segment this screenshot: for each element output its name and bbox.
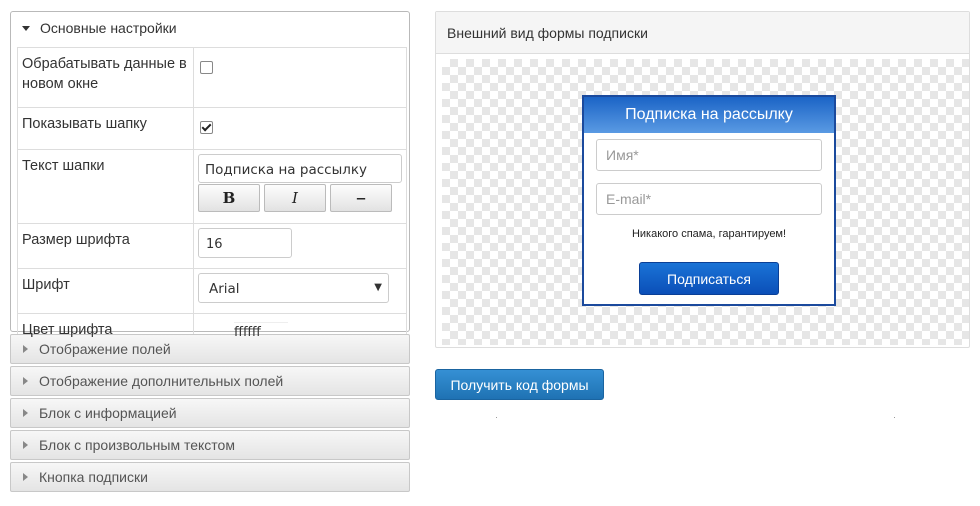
font-select-value: Arial xyxy=(209,281,240,297)
header-text-input[interactable]: Подписка на рассылку xyxy=(198,154,402,183)
section-extra-fields-display[interactable]: Отображение дополнительных полей xyxy=(10,366,410,396)
font-size-input[interactable]: 16 xyxy=(198,228,292,258)
email-field[interactable]: E-mail* xyxy=(596,183,822,215)
main-settings-section: Основные настройки Обрабатывать данные в… xyxy=(10,11,410,359)
section-info-block[interactable]: Блок с информацией xyxy=(10,398,410,428)
section-title: Кнопка подписки xyxy=(39,469,148,485)
section-title: Блок с произвольным текстом xyxy=(39,437,235,453)
show-header-label: Показывать шапку xyxy=(17,107,194,150)
show-header-checkbox[interactable] xyxy=(200,121,213,134)
chevron-right-icon xyxy=(23,409,28,417)
font-label: Шрифт xyxy=(17,268,194,314)
format-toolbar: B I ‒ xyxy=(198,184,402,212)
header-text-label: Текст шапки xyxy=(17,149,194,224)
section-title: Блок с информацией xyxy=(39,405,177,421)
subscription-form-header: Подписка на рассылку xyxy=(584,97,834,133)
get-form-code-button[interactable]: Получить код формы xyxy=(435,369,604,400)
chevron-right-icon xyxy=(23,345,28,353)
dropdown-arrow-icon: ▼ xyxy=(374,282,382,293)
preview-title: Внешний вид формы подписки xyxy=(436,12,969,54)
main-settings-title: Основные настройки xyxy=(40,20,177,36)
section-subscribe-button[interactable]: Кнопка подписки xyxy=(10,462,410,492)
main-settings-header[interactable]: Основные настройки xyxy=(11,12,409,44)
chevron-right-icon xyxy=(23,473,28,481)
transparent-background: Подписка на рассылку Имя* E-mail* Никако… xyxy=(442,59,969,345)
subscribe-button[interactable]: Подписаться xyxy=(639,262,779,295)
strikethrough-button[interactable]: ‒ xyxy=(330,184,392,212)
font-color-input[interactable]: ffffff xyxy=(234,322,288,340)
bold-button[interactable]: B xyxy=(198,184,260,212)
no-spam-note: Никакого спама, гарантируем! xyxy=(631,228,787,240)
font-select[interactable]: Arial ▼ xyxy=(198,273,389,303)
settings-table: Обрабатывать данные в новом окне Показыв… xyxy=(17,47,407,359)
section-custom-text-block[interactable]: Блок с произвольным текстом xyxy=(10,430,410,460)
chevron-down-icon xyxy=(22,25,30,31)
settings-panel: Основные настройки Обрабатывать данные в… xyxy=(10,11,410,492)
subscription-form: Подписка на рассылку Имя* E-mail* Никако… xyxy=(582,95,836,306)
form-preview-panel: Внешний вид формы подписки Подписка на р… xyxy=(435,11,970,348)
new-window-label: Обрабатывать данные в новом окне xyxy=(17,47,194,108)
section-title: Отображение полей xyxy=(39,341,171,357)
divider-dot xyxy=(496,417,497,418)
section-title: Отображение дополнительных полей xyxy=(39,373,284,389)
italic-button[interactable]: I xyxy=(264,184,326,212)
chevron-right-icon xyxy=(23,441,28,449)
chevron-right-icon xyxy=(23,377,28,385)
name-field[interactable]: Имя* xyxy=(596,139,822,171)
new-window-checkbox[interactable] xyxy=(200,61,213,74)
font-size-label: Размер шрифта xyxy=(17,223,194,269)
divider-dot xyxy=(894,417,895,418)
